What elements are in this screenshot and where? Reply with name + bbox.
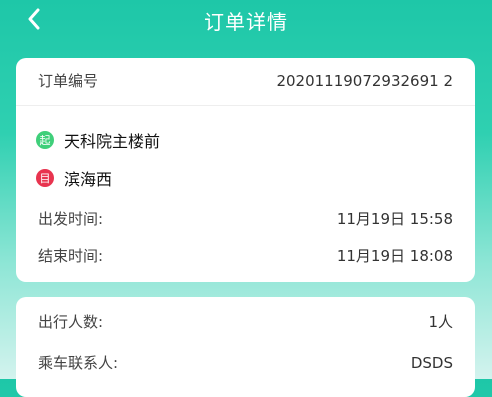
page-title: 订单详情 <box>204 10 288 34</box>
depart-time-label: 出发时间: <box>38 210 104 228</box>
end-time-label: 结束时间: <box>38 247 104 265</box>
people-count-row: 出行人数: 1人 <box>38 311 453 332</box>
contact-label: 乘车联系人: <box>38 354 119 372</box>
people-count-label: 出行人数: <box>38 313 104 331</box>
depart-time-row: 出发时间: 11月19日 15:58 <box>38 208 453 229</box>
people-count-value: 1人 <box>428 313 453 331</box>
contact-value: DSDS <box>410 353 453 372</box>
destination-row: 目 滨海西 <box>36 166 112 190</box>
destination-place: 滨海西 <box>64 170 113 189</box>
header-bar: 订单详情 <box>0 0 492 40</box>
trip-card: 出行人数: 1人 乘车联系人: DSDS <box>16 297 475 397</box>
divider <box>16 105 475 106</box>
order-number-value: 20201119072932691 2 <box>276 71 453 90</box>
depart-time-value: 11月19日 15:58 <box>336 210 453 228</box>
destination-badge: 目 <box>36 169 54 187</box>
origin-row: 起 天科院主楼前 <box>36 128 160 152</box>
order-card: 订单编号 20201119072932691 2 起 天科院主楼前 目 滨海西 … <box>16 58 475 282</box>
end-time-value: 11月19日 18:08 <box>336 247 453 265</box>
contact-row: 乘车联系人: DSDS <box>38 352 453 373</box>
origin-place: 天科院主楼前 <box>64 132 161 151</box>
order-number-label: 订单编号 <box>38 72 99 90</box>
order-number-row: 订单编号 20201119072932691 2 <box>38 70 453 91</box>
end-time-row: 结束时间: 11月19日 18:08 <box>38 245 453 266</box>
origin-badge: 起 <box>36 131 54 149</box>
